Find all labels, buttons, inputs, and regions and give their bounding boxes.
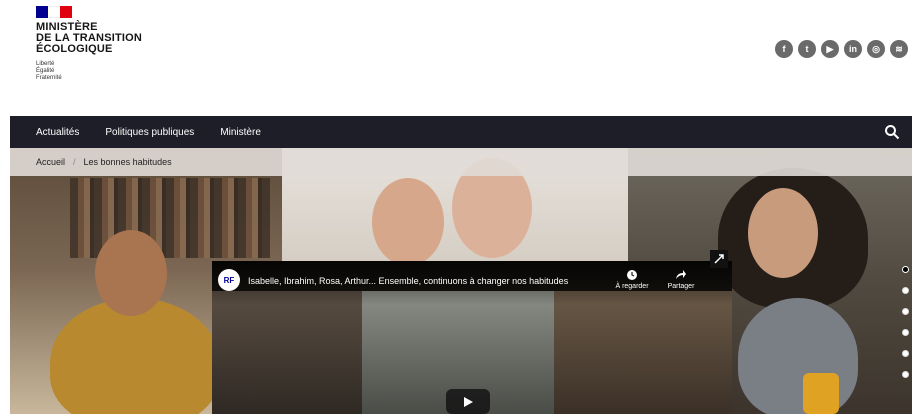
republic-motto: Liberté Égalité Fraternité bbox=[36, 61, 176, 82]
man-head-image bbox=[95, 230, 167, 316]
video-frame-right bbox=[554, 291, 732, 414]
breadcrumb-current: Les bonnes habitudes bbox=[83, 157, 172, 167]
carousel-dot[interactable] bbox=[902, 266, 909, 273]
fullscreen-button[interactable] bbox=[710, 250, 728, 268]
nav-item-ministere[interactable]: Ministère bbox=[220, 127, 261, 138]
carousel-dot[interactable] bbox=[902, 329, 909, 336]
breadcrumb: Accueil / Les bonnes habitudes bbox=[10, 148, 912, 176]
video-frame-left bbox=[212, 291, 362, 414]
video-title[interactable]: Isabelle, Ibrahim, Rosa, Arthur... Ensem… bbox=[248, 276, 608, 286]
facebook-icon[interactable]: f bbox=[775, 40, 793, 58]
carousel-dot[interactable] bbox=[902, 350, 909, 357]
watch-later-button[interactable]: À regarder bbox=[614, 269, 650, 290]
site-header: MINISTÈRE DE LA TRANSITION ÉCOLOGIQUE Li… bbox=[0, 0, 922, 116]
twitter-icon[interactable]: t bbox=[798, 40, 816, 58]
nav-item-politiques-publiques[interactable]: Politiques publiques bbox=[105, 127, 194, 138]
carousel-dot[interactable] bbox=[902, 371, 909, 378]
motto-line: Fraternité bbox=[36, 75, 62, 81]
motto-line: Égalité bbox=[36, 68, 55, 74]
carousel-pagination bbox=[902, 266, 912, 392]
page: MINISTÈRE DE LA TRANSITION ÉCOLOGIQUE Li… bbox=[0, 0, 922, 414]
carousel-dot[interactable] bbox=[902, 308, 909, 315]
watch-later-label: À regarder bbox=[615, 283, 649, 290]
share-icon bbox=[676, 270, 686, 279]
woman-body-image bbox=[738, 298, 858, 414]
motto-line: Liberté bbox=[36, 61, 55, 67]
instagram-icon[interactable]: ◎ bbox=[867, 40, 885, 58]
mug-image bbox=[803, 373, 839, 414]
share-label: Partager bbox=[667, 283, 695, 290]
carousel-dot[interactable] bbox=[902, 287, 909, 294]
ministry-logo[interactable]: MINISTÈRE DE LA TRANSITION ÉCOLOGIQUE Li… bbox=[36, 6, 176, 82]
nav-item-actualites[interactable]: Actualités bbox=[36, 127, 79, 138]
woman-head-image bbox=[748, 188, 818, 278]
french-flag-icon bbox=[36, 6, 72, 18]
breadcrumb-separator: / bbox=[73, 157, 76, 167]
clock-icon bbox=[627, 270, 637, 280]
video-player[interactable]: RF Isabelle, Ibrahim, Rosa, Arthur... En… bbox=[212, 261, 732, 414]
main-nav: Actualités Politiques publiques Ministèr… bbox=[10, 116, 912, 148]
ministry-line: ÉCOLOGIQUE bbox=[36, 43, 113, 55]
youtube-icon[interactable]: ▶ bbox=[821, 40, 839, 58]
linkedin-icon[interactable]: in bbox=[844, 40, 862, 58]
social-links: f t ▶ in ◎ ≋ bbox=[775, 40, 908, 58]
rss-icon[interactable]: ≋ bbox=[890, 40, 908, 58]
share-button[interactable]: Partager bbox=[656, 269, 706, 290]
expand-icon bbox=[714, 254, 724, 264]
search-icon[interactable] bbox=[884, 124, 900, 140]
play-button[interactable] bbox=[446, 389, 490, 414]
ministry-name: MINISTÈRE DE LA TRANSITION ÉCOLOGIQUE bbox=[36, 22, 176, 55]
play-icon bbox=[464, 396, 473, 407]
channel-logo-icon[interactable]: RF bbox=[218, 269, 240, 291]
bookshelf-image bbox=[70, 178, 270, 258]
breadcrumb-home[interactable]: Accueil bbox=[36, 157, 65, 167]
woman-head-image bbox=[372, 178, 444, 266]
